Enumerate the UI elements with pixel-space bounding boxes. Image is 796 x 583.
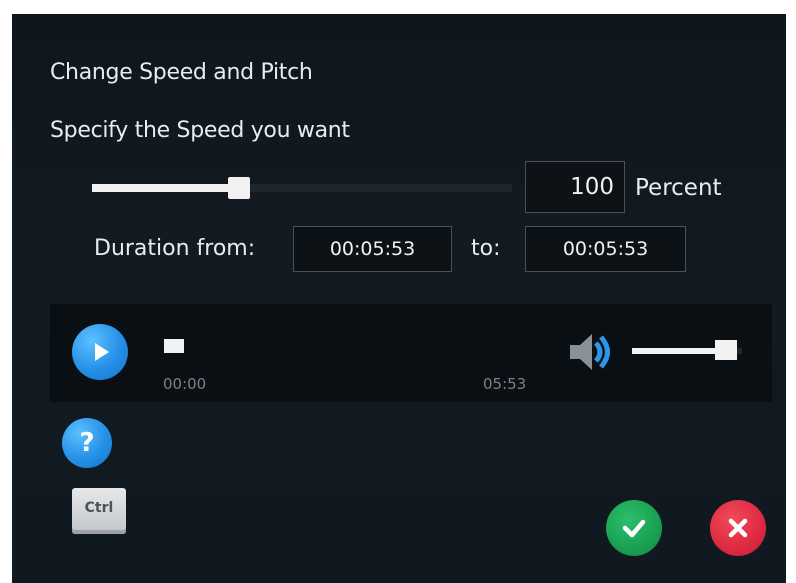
speed-slider[interactable] (92, 177, 512, 199)
speaker-icon[interactable] (568, 330, 618, 374)
help-button[interactable]: ? (62, 418, 112, 468)
percent-label: Percent (635, 175, 722, 201)
dialog-subtitle: Specify the Speed you want (50, 118, 350, 143)
cancel-button[interactable] (710, 500, 766, 556)
dialog-title: Change Speed and Pitch (50, 60, 313, 85)
total-time: 05:53 (483, 375, 527, 393)
volume-slider[interactable] (632, 340, 742, 360)
play-icon (95, 343, 109, 361)
close-icon (728, 518, 748, 538)
checkmark-icon (622, 519, 646, 538)
speed-slider-thumb[interactable] (228, 177, 250, 199)
current-time: 00:00 (163, 375, 207, 393)
duration-from-label: Duration from: (94, 236, 256, 261)
speed-percent-input[interactable]: 100 (525, 161, 625, 213)
duration-from-field[interactable]: 00:05:53 (293, 226, 452, 272)
speed-slider-fill (92, 184, 239, 192)
help-icon: ? (79, 428, 95, 458)
seek-slider-thumb[interactable] (164, 339, 184, 353)
change-speed-dialog: Change Speed and Pitch Specify the Speed… (12, 14, 786, 583)
ok-button[interactable] (606, 500, 662, 556)
volume-slider-fill (632, 348, 726, 354)
preview-player: 00:00 05:53 (50, 304, 772, 402)
play-button[interactable] (72, 324, 128, 380)
duration-to-field[interactable]: 00:05:53 (525, 226, 686, 272)
seek-slider[interactable] (164, 339, 544, 353)
volume-slider-thumb[interactable] (714, 340, 737, 360)
ctrl-key-button[interactable]: Ctrl (72, 488, 126, 534)
duration-to-label: to: (471, 236, 501, 261)
